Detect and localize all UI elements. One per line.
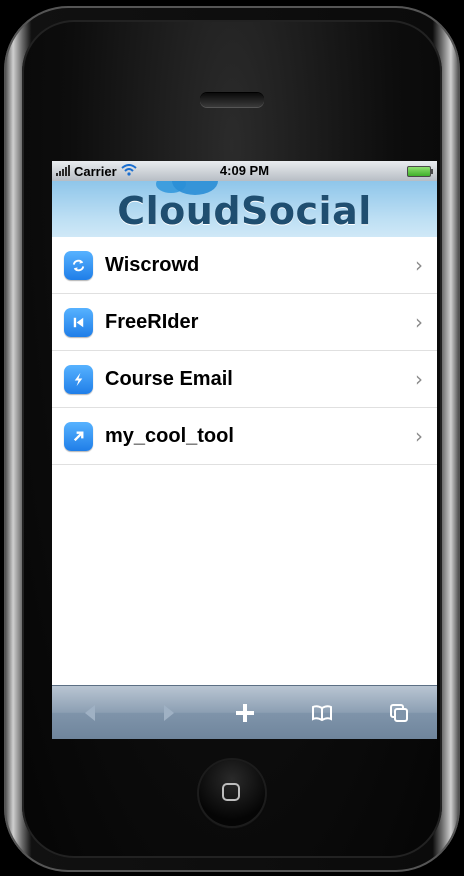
sync-icon — [64, 250, 93, 280]
status-bar: Carrier 4:09 PM — [52, 161, 437, 181]
phone-screen: Carrier 4:09 PM CloudSocial Wiscrowd › F… — [52, 161, 437, 739]
list-item-label: Wiscrowd — [105, 253, 200, 276]
list-item-label: Course Email — [105, 367, 233, 390]
app-header: CloudSocial — [52, 181, 437, 237]
carrier-label: Carrier — [74, 163, 117, 179]
battery-icon — [407, 165, 433, 177]
brand-title: CloudSocial — [117, 189, 372, 233]
chevron-right-icon: › — [415, 253, 423, 277]
chevron-right-icon: › — [415, 424, 423, 448]
plus-icon[interactable] — [225, 693, 265, 733]
browser-toolbar — [52, 685, 437, 739]
list-item-label: FreeRIder — [105, 310, 199, 333]
skip-back-icon — [64, 307, 93, 337]
chevron-right-icon: › — [415, 310, 423, 334]
back-arrow-icon[interactable] — [71, 693, 111, 733]
list-item[interactable]: FreeRIder › — [52, 294, 437, 351]
pages-icon[interactable] — [379, 693, 419, 733]
forward-arrow-icon[interactable] — [148, 693, 188, 733]
app-list: Wiscrowd › FreeRIder › Course Email › my… — [52, 237, 437, 465]
list-item[interactable]: Wiscrowd › — [52, 237, 437, 294]
arrow-up-right-icon — [64, 421, 93, 451]
list-item[interactable]: my_cool_tool › — [52, 408, 437, 465]
book-icon[interactable] — [302, 693, 342, 733]
signal-strength-icon — [56, 165, 70, 176]
wifi-icon — [120, 163, 137, 179]
earpiece-speaker — [200, 93, 264, 107]
chevron-right-icon: › — [415, 367, 423, 391]
home-button[interactable] — [199, 760, 265, 826]
list-item[interactable]: Course Email › — [52, 351, 437, 408]
list-item-label: my_cool_tool — [105, 424, 234, 447]
lightning-icon — [64, 364, 93, 394]
status-left: Carrier — [56, 164, 137, 179]
home-square-icon — [222, 783, 240, 801]
